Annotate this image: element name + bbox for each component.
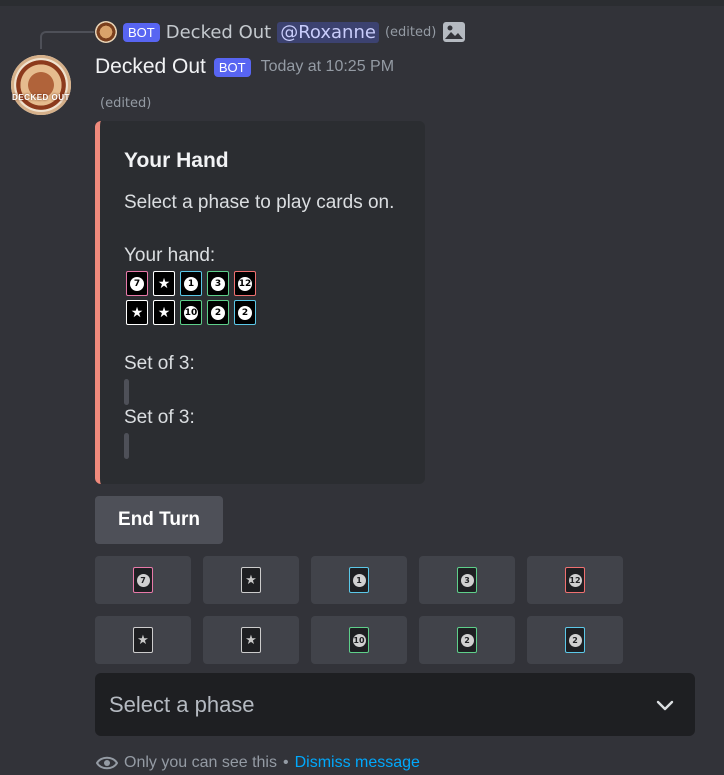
card-button[interactable]: 2 — [527, 616, 623, 664]
card-button-icon: 3 — [457, 567, 477, 593]
hand-card: ★ — [153, 271, 175, 296]
hand-card-star: ★ — [157, 304, 171, 321]
bot-tag: BOT — [213, 57, 251, 77]
dismiss-message-link[interactable]: Dismiss message — [295, 754, 420, 772]
avatar[interactable]: DECKED OUT — [11, 55, 71, 115]
reply-bot-tag: BOT — [123, 22, 160, 42]
card-button-icon: 10 — [349, 627, 369, 653]
embed-description: Select a phase to play cards on. — [124, 192, 395, 213]
card-button-value: 3 — [460, 573, 474, 587]
top-divider — [0, 0, 724, 6]
reply-mention[interactable]: @Roxanne — [277, 21, 379, 43]
reply-spine — [40, 31, 94, 49]
reply-edited-label: (edited) — [384, 24, 437, 40]
set-label-2: Set of 3: — [124, 407, 195, 428]
hand-card: 2 — [234, 300, 256, 325]
hand-label: Your hand: — [124, 245, 216, 266]
card-button-value: 1 — [352, 573, 366, 587]
message-header: Decked Out BOT Today at 10:25 PM — [95, 55, 394, 79]
hand-card-value: 2 — [238, 305, 252, 320]
hand-card: 1 — [180, 271, 202, 296]
hand-card: 10 — [180, 300, 202, 325]
card-button-icon: 7 — [133, 567, 153, 593]
hand-card-value: 2 — [211, 305, 225, 320]
hand-card: 3 — [207, 271, 229, 296]
card-button[interactable]: 10 — [311, 616, 407, 664]
embed: Your Hand Select a phase to play cards o… — [95, 121, 425, 484]
hand-card-value: 7 — [130, 276, 144, 291]
reply-avatar[interactable] — [95, 21, 117, 43]
avatar-logo-text: DECKED OUT — [12, 93, 70, 102]
card-button[interactable]: ★ — [95, 616, 191, 664]
hand-card: 12 — [234, 271, 256, 296]
edited-label: (edited) — [100, 96, 152, 111]
card-button-icon: 1 — [349, 567, 369, 593]
footer-separator: • — [282, 754, 289, 771]
card-button-value: 2 — [568, 633, 582, 647]
card-button-icon: 2 — [565, 627, 585, 653]
image-icon — [443, 22, 466, 42]
ephemeral-footer: Only you can see this • Dismiss message — [96, 754, 420, 772]
card-button-value: ★ — [245, 572, 257, 588]
card-button-icon: ★ — [133, 627, 153, 653]
eye-icon — [96, 756, 118, 770]
card-button[interactable]: 3 — [419, 556, 515, 604]
card-button-value: 2 — [460, 633, 474, 647]
hand-card: ★ — [153, 300, 175, 325]
set-empty-bar-1 — [124, 379, 129, 405]
reply-preview[interactable]: BOT Decked Out @Roxanne (edited) — [95, 19, 466, 45]
hand-card-value: 12 — [238, 276, 252, 291]
card-button-value: ★ — [137, 632, 149, 648]
card-button-icon: 12 — [565, 567, 585, 593]
chevron-down-icon — [656, 700, 674, 711]
hand-card-value: 1 — [184, 276, 198, 291]
card-button[interactable]: ★ — [203, 616, 299, 664]
hand-card: 7 — [126, 271, 148, 296]
phase-select[interactable]: Select a phase — [95, 673, 695, 736]
hand-card-value: 3 — [211, 276, 225, 291]
ephemeral-notice: Only you can see this — [124, 754, 277, 771]
end-turn-button[interactable]: End Turn — [95, 496, 223, 544]
hand-card-value: 10 — [184, 305, 198, 320]
card-button-value: 10 — [352, 633, 366, 647]
hand-card-star: ★ — [157, 275, 171, 292]
phase-select-placeholder: Select a phase — [109, 692, 255, 717]
hand-card: ★ — [126, 300, 148, 325]
card-button-value: ★ — [245, 632, 257, 648]
hand-cards: 7 ★ 1 3 12 ★ ★ 10 2 2 — [126, 271, 260, 325]
card-button[interactable]: 7 — [95, 556, 191, 604]
card-button-icon: 2 — [457, 627, 477, 653]
reply-author[interactable]: Decked Out — [166, 22, 271, 43]
card-button[interactable]: 2 — [419, 616, 515, 664]
card-button[interactable]: 12 — [527, 556, 623, 604]
card-button-icon: ★ — [241, 567, 261, 593]
set-empty-bar-2 — [124, 433, 129, 459]
timestamp[interactable]: Today at 10:25 PM — [261, 58, 394, 76]
hand-card: 2 — [207, 300, 229, 325]
hand-card-star: ★ — [130, 304, 144, 321]
card-button[interactable]: 1 — [311, 556, 407, 604]
set-label-1: Set of 3: — [124, 353, 195, 374]
embed-title: Your Hand — [124, 149, 229, 172]
card-button-icon: ★ — [241, 627, 261, 653]
author-name[interactable]: Decked Out — [95, 55, 206, 79]
card-button-value: 7 — [136, 573, 150, 587]
card-button[interactable]: ★ — [203, 556, 299, 604]
card-button-value: 12 — [568, 573, 582, 587]
